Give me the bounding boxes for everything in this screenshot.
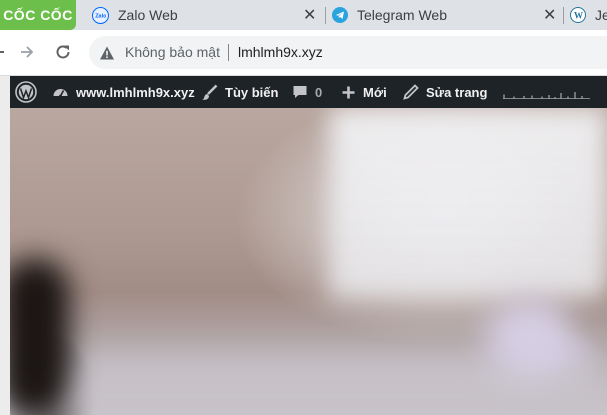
svg-text:W: W: [574, 11, 583, 21]
browser-logo-text: CỐC CỐC: [3, 7, 73, 23]
wordpress-logo-icon: [15, 81, 37, 103]
forward-arrow-icon: [21, 46, 34, 58]
query-monitor-sparkline[interactable]: [502, 76, 592, 108]
url-text[interactable]: lmhlmh9x.xyz: [238, 44, 323, 60]
tab-divider: [325, 7, 326, 24]
wp-admin-bar: www.lmhlmh9x.xyz Tùy biến 0 Mới Sửa tran…: [10, 76, 607, 108]
wp-logo-menu[interactable]: [15, 76, 37, 108]
site-name-label: www.lmhlmh9x.xyz: [76, 84, 195, 100]
zalo-icon: Zalo: [92, 6, 109, 24]
wordpress-icon: W: [570, 7, 586, 23]
reload-button[interactable]: [51, 40, 75, 64]
new-label: Mới: [363, 84, 387, 100]
wp-new-content-menu[interactable]: Mới: [341, 76, 387, 108]
telegram-icon: [332, 7, 348, 23]
close-icon[interactable]: ✕: [543, 5, 556, 25]
plus-icon: [341, 85, 356, 100]
wp-edit-page-link[interactable]: Sửa trang: [403, 76, 487, 108]
dashboard-icon: [52, 84, 69, 101]
tab-title: Zalo Web: [118, 7, 178, 23]
wp-site-name-menu[interactable]: www.lmhlmh9x.xyz: [52, 76, 195, 108]
forward-button[interactable]: [15, 40, 39, 64]
browser-logo[interactable]: CỐC CỐC: [0, 0, 76, 30]
security-status-text[interactable]: Không bảo mật: [125, 44, 220, 60]
wp-comments-link[interactable]: 0: [292, 76, 322, 108]
hero-blurred-light: [485, 298, 575, 378]
page-content: www.lmhlmh9x.xyz Tùy biến 0 Mới Sửa tran…: [0, 76, 607, 415]
back-arrow-icon: [0, 51, 4, 53]
tab-title: Je: [595, 7, 607, 23]
tab-zalo[interactable]: Zalo Zalo Web ✕: [92, 0, 322, 30]
comment-bubble-icon: [292, 84, 308, 100]
sparkline-icon: [503, 92, 590, 99]
warning-icon[interactable]: [99, 45, 115, 61]
paintbrush-icon: [201, 84, 218, 101]
tab-divider: [563, 7, 564, 24]
tab-strip: CỐC CỐC Zalo Zalo Web ✕ Telegram Web ✕ W…: [0, 0, 607, 30]
hero-blurred-shadow: [10, 258, 70, 415]
browser-toolbar: Không bảo mật lmhlmh9x.xyz: [0, 30, 607, 76]
tab-wordpress[interactable]: W Je: [570, 0, 607, 30]
close-icon[interactable]: ✕: [303, 5, 316, 25]
svg-text:Zalo: Zalo: [95, 14, 106, 20]
back-button[interactable]: [0, 40, 10, 64]
tab-title: Telegram Web: [357, 7, 448, 23]
customize-label: Tùy biến: [225, 84, 279, 100]
reload-icon: [56, 45, 70, 59]
comment-count: 0: [315, 84, 323, 100]
tab-telegram[interactable]: Telegram Web ✕: [332, 0, 562, 30]
omnibox-divider: [228, 44, 229, 61]
wp-customize-link[interactable]: Tùy biến: [201, 76, 278, 108]
edit-page-label: Sửa trang: [426, 84, 488, 100]
hero-blurred-window: [330, 108, 607, 298]
address-bar[interactable]: Không bảo mật lmhlmh9x.xyz: [89, 36, 607, 69]
pencil-icon: [403, 84, 419, 100]
page-left-gutter: [0, 76, 10, 415]
hero-background-image: [10, 108, 607, 415]
